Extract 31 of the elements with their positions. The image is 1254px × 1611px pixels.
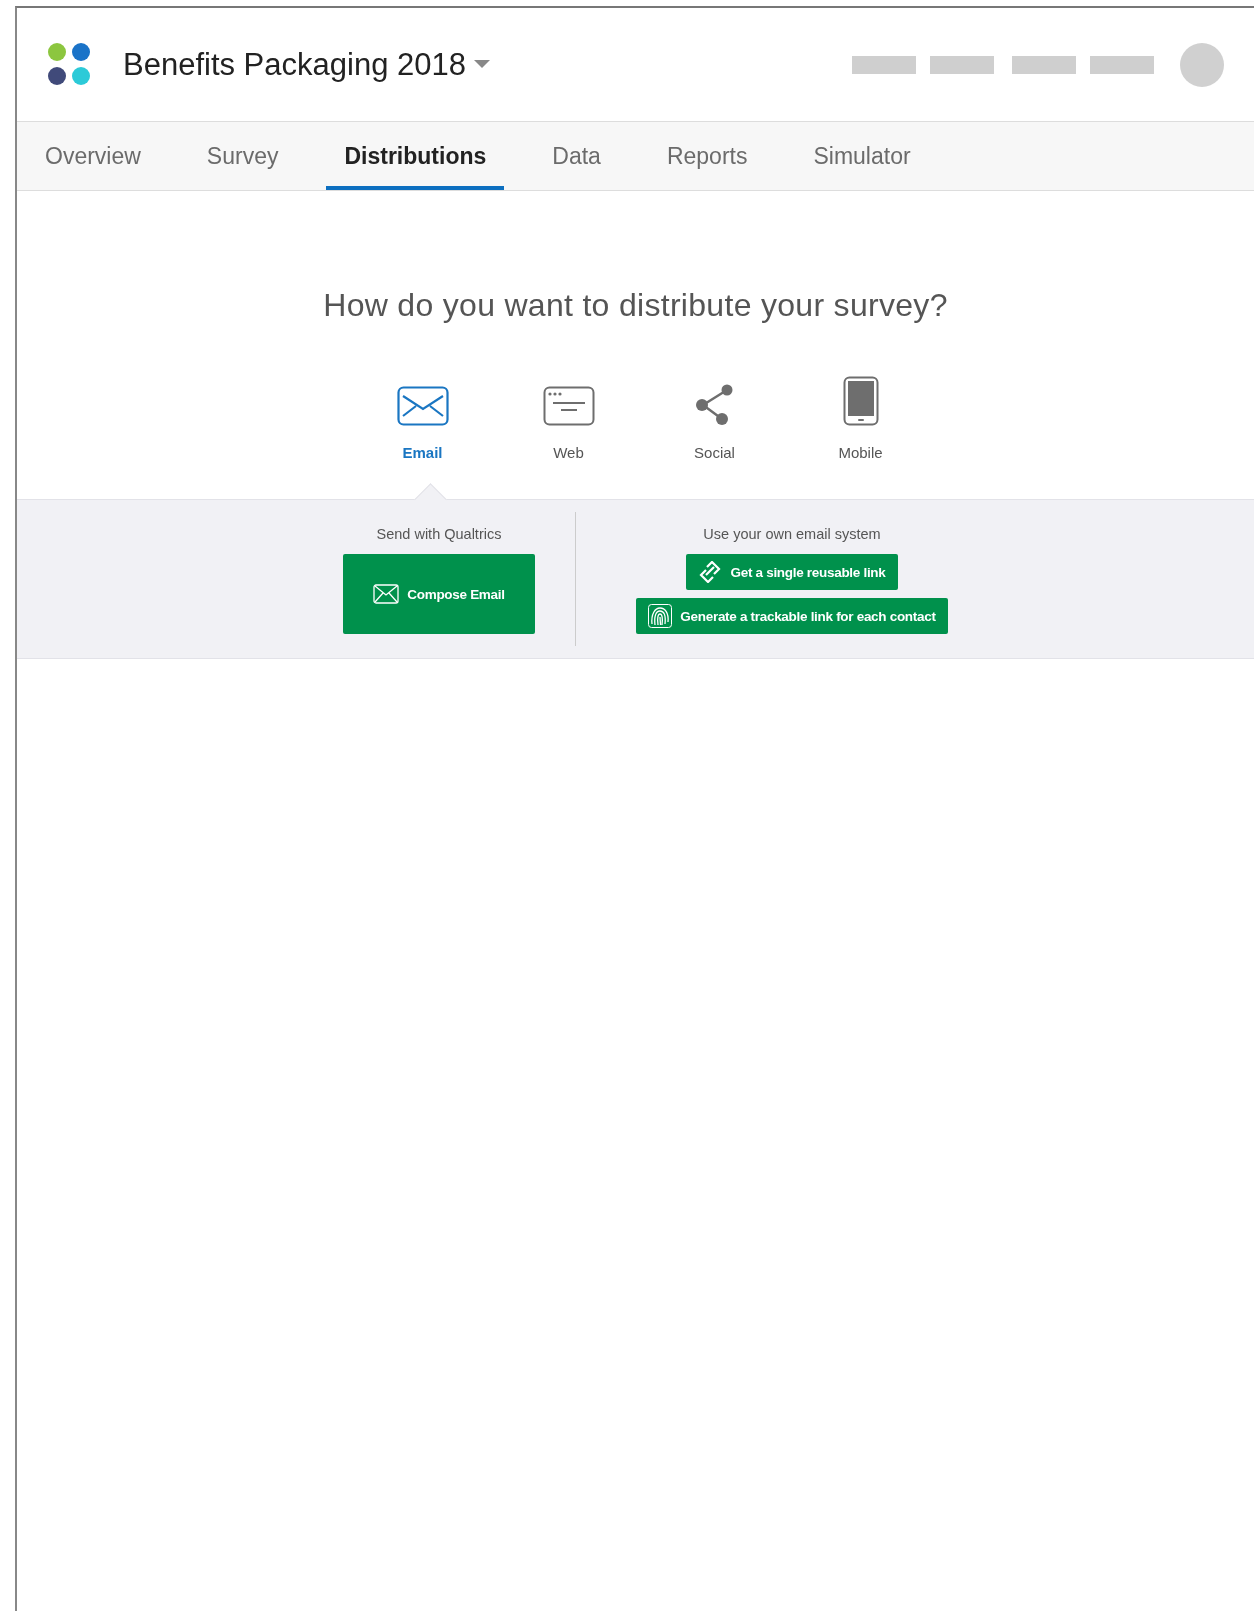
method-option[interactable]: Mobile <box>814 374 907 461</box>
browser-window-icon <box>542 386 595 426</box>
method-option[interactable]: Email <box>376 374 469 461</box>
tab[interactable]: Simulator <box>795 126 929 190</box>
redacted-bar <box>930 55 994 74</box>
section-title: Use your own email system <box>703 526 881 542</box>
tab[interactable]: Survey <box>188 126 297 190</box>
share-icon <box>694 384 735 426</box>
method-option[interactable]: Web <box>522 374 615 461</box>
redacted-bar <box>1090 55 1154 74</box>
logo-icon <box>47 41 93 88</box>
section-title: Send with Qualtrics <box>376 526 502 542</box>
compose-email-button[interactable]: Compose Email <box>343 554 535 634</box>
page-heading: How do you want to distribute your survey? <box>322 287 949 324</box>
tablet-icon <box>842 376 879 426</box>
envelope-icon <box>373 584 400 604</box>
redacted-bar <box>1012 55 1076 74</box>
link-button[interactable]: Get a single reusable link <box>686 554 898 590</box>
project-dropdown[interactable]: Benefits Packaging 2018 <box>123 46 490 83</box>
link-button[interactable]: Generate a trackable link for each contact <box>636 598 948 634</box>
tab[interactable]: Overview <box>27 126 159 190</box>
avatar-icon[interactable] <box>1180 42 1224 87</box>
tab[interactable]: Data <box>534 126 619 190</box>
method-option[interactable]: Social <box>668 374 761 461</box>
envelope-icon <box>396 386 449 426</box>
fingerprint-icon <box>648 604 673 628</box>
tab[interactable]: Distributions <box>326 126 505 190</box>
caret-icon <box>473 60 490 69</box>
link-icon <box>698 561 723 583</box>
redacted-bar <box>852 55 916 74</box>
tab[interactable]: Reports <box>648 126 766 190</box>
